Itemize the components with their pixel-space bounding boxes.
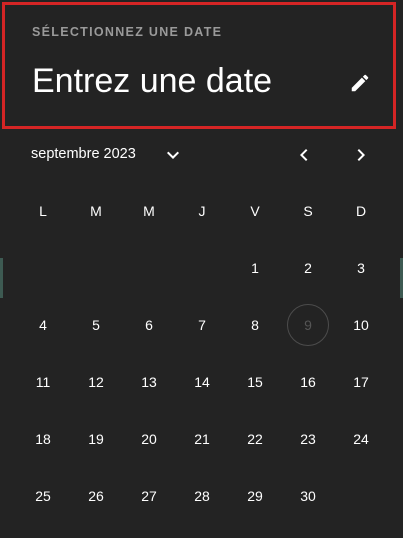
day-number: 26 — [88, 487, 104, 504]
day-number: 4 — [39, 316, 47, 333]
day-number: 15 — [247, 373, 263, 390]
day-cell[interactable]: 1 — [229, 239, 281, 296]
day-number: 11 — [35, 373, 51, 390]
weekday-header: M — [90, 202, 102, 219]
day-number: 30 — [300, 487, 316, 504]
day-cell[interactable]: 3 — [335, 239, 387, 296]
day-number: 8 — [251, 316, 259, 333]
header-title: Entrez une date — [32, 62, 273, 100]
weekday-header: M — [143, 202, 155, 219]
day-number: 12 — [88, 373, 104, 390]
day-cell[interactable]: 24 — [335, 410, 387, 467]
day-cell[interactable]: 17 — [335, 353, 387, 410]
day-number: 28 — [194, 487, 210, 504]
day-cell[interactable]: 20 — [123, 410, 175, 467]
day-cell[interactable]: 27 — [123, 467, 175, 524]
day-cell[interactable]: 14 — [176, 353, 228, 410]
day-number: 7 — [198, 316, 206, 333]
day-cell[interactable]: 19 — [70, 410, 122, 467]
day-number: 10 — [353, 316, 369, 333]
day-number: 21 — [194, 430, 210, 447]
day-cell[interactable]: 26 — [70, 467, 122, 524]
day-number: 19 — [88, 430, 104, 447]
date-picker-dialog: SÉLECTIONNEZ UNE DATE Entrez une date se… — [0, 0, 403, 538]
day-number: 3 — [357, 259, 365, 276]
day-number: 29 — [247, 487, 263, 504]
day-cell[interactable]: 5 — [70, 296, 122, 353]
day-cell[interactable]: 28 — [176, 467, 228, 524]
day-cell[interactable]: 16 — [282, 353, 334, 410]
day-cell[interactable]: 18 — [17, 410, 69, 467]
weekday-header: D — [355, 202, 367, 219]
day-number: 18 — [35, 430, 51, 447]
month-year-label[interactable]: septembre 2023 — [31, 146, 136, 162]
day-number: 24 — [353, 430, 369, 447]
day-number: 22 — [247, 430, 263, 447]
pencil-icon[interactable] — [349, 72, 371, 94]
day-cell[interactable]: 7 — [176, 296, 228, 353]
day-cell[interactable]: 29 — [229, 467, 281, 524]
day-number: 13 — [141, 373, 157, 390]
date-picker-header: SÉLECTIONNEZ UNE DATE Entrez une date — [2, 2, 396, 129]
day-number: 23 — [300, 430, 316, 447]
day-number: 27 — [141, 487, 157, 504]
calendar-controls: septembre 2023 — [0, 136, 403, 176]
day-cell[interactable]: 13 — [123, 353, 175, 410]
chevron-right-icon[interactable] — [349, 143, 373, 167]
day-number: 2 — [304, 259, 312, 276]
weekday-header: V — [250, 202, 260, 219]
day-number: 20 — [141, 430, 157, 447]
day-cell[interactable]: 15 — [229, 353, 281, 410]
day-number: 25 — [35, 487, 51, 504]
day-cell[interactable]: 25 — [17, 467, 69, 524]
day-cell[interactable]: 4 — [17, 296, 69, 353]
weekday-header: L — [39, 202, 47, 219]
day-number: 16 — [300, 373, 316, 390]
day-number: 6 — [145, 316, 153, 333]
day-cell-today[interactable]: 9 — [282, 296, 334, 353]
day-cell[interactable]: 23 — [282, 410, 334, 467]
day-cell[interactable]: 11 — [17, 353, 69, 410]
day-number: 17 — [353, 373, 369, 390]
day-number: 14 — [194, 373, 210, 390]
chevron-left-icon[interactable] — [292, 143, 316, 167]
day-cell[interactable]: 10 — [335, 296, 387, 353]
day-cell[interactable]: 22 — [229, 410, 281, 467]
day-cell[interactable]: 12 — [70, 353, 122, 410]
day-cell[interactable]: 8 — [229, 296, 281, 353]
day-cell[interactable]: 2 — [282, 239, 334, 296]
day-number: 5 — [92, 316, 100, 333]
background-strip — [0, 258, 3, 298]
day-number: 9 — [287, 303, 329, 346]
weekday-header: S — [303, 202, 313, 219]
day-cell[interactable]: 6 — [123, 296, 175, 353]
chevron-down-icon[interactable] — [161, 143, 185, 167]
day-cell[interactable]: 30 — [282, 467, 334, 524]
weekday-header: J — [198, 202, 206, 219]
day-number: 1 — [251, 259, 259, 276]
day-cell[interactable]: 21 — [176, 410, 228, 467]
header-label: SÉLECTIONNEZ UNE DATE — [32, 25, 223, 39]
